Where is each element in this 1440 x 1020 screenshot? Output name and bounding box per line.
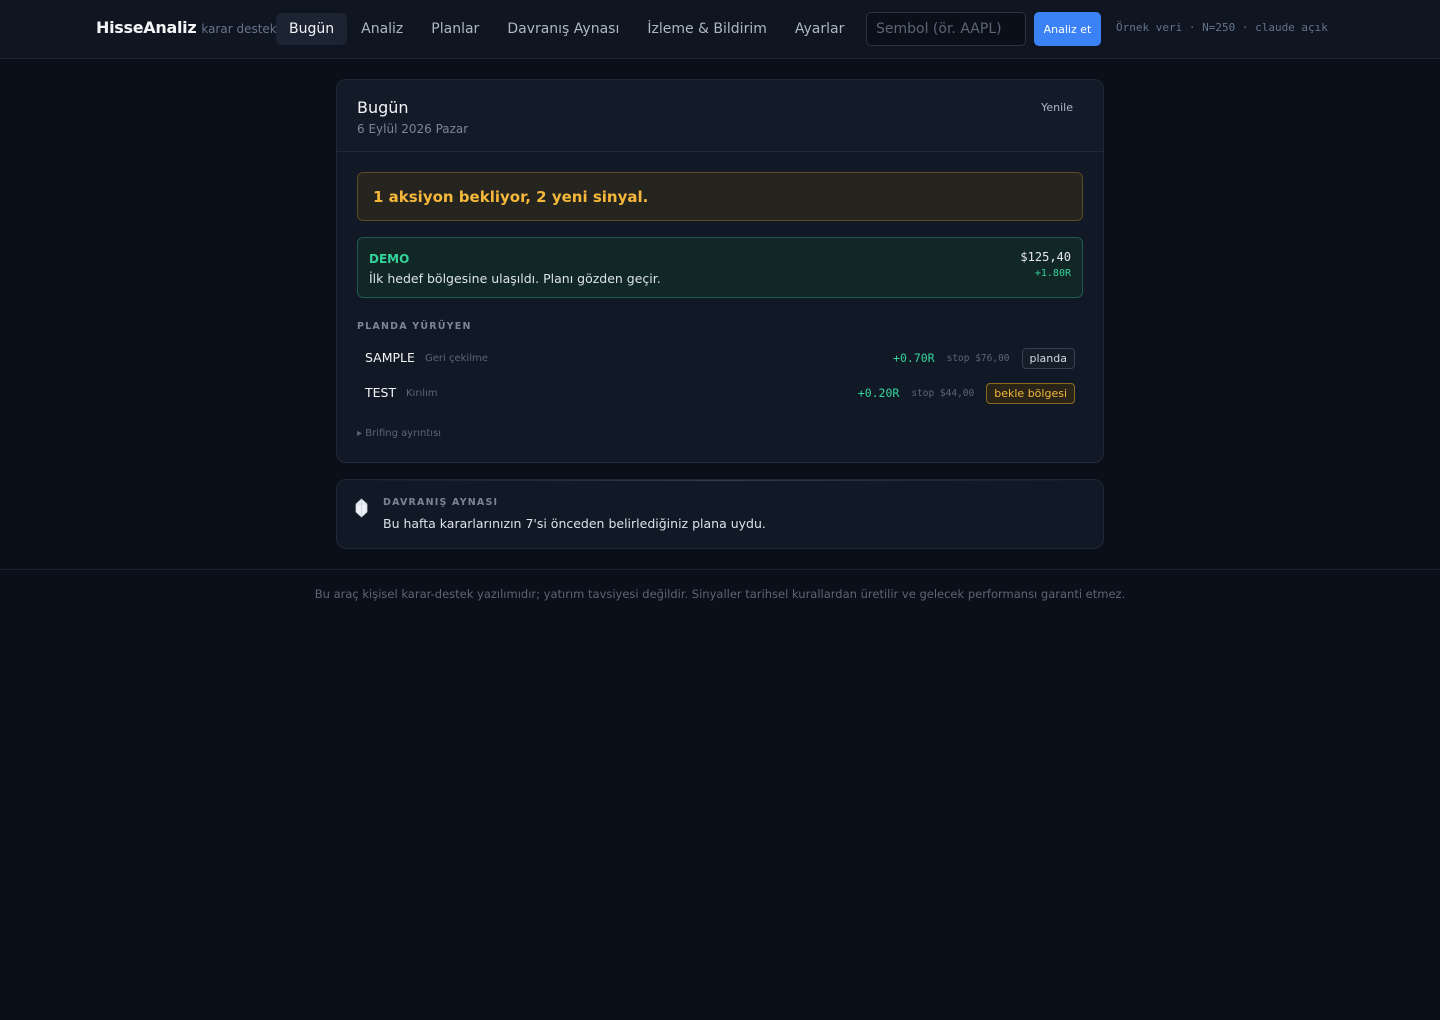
briefing-details-toggle[interactable]: ▸ Brifing ayrıntısı xyxy=(357,428,441,439)
plan-metrics: +0.70R stop $76,00 planda xyxy=(893,347,1075,369)
today-date: 6 Eylül 2026 Pazar xyxy=(357,122,469,136)
plan-r-multiple: +0.20R xyxy=(857,386,900,400)
plan-row[interactable]: SAMPLE Geri çekilme +0.70R stop $76,00 p… xyxy=(357,343,1083,373)
status-badge: bekle bölgesi xyxy=(986,382,1075,404)
top-bar: HisseAnaliz karar destek Bugün Analiz Pl… xyxy=(0,0,1440,59)
action-alert-text: 1 aksiyon bekliyor, 2 yeni sinyal. xyxy=(373,188,649,206)
footer-divider xyxy=(0,569,1440,570)
page-title: Bugün xyxy=(357,98,409,117)
plan-setup-type: Geri çekilme xyxy=(425,353,488,364)
refresh-button[interactable]: Yenile xyxy=(1041,101,1073,114)
brand-tagline: karar destek xyxy=(201,22,277,36)
plan-setup-type: Kırılım xyxy=(406,388,438,399)
brand-name: HisseAnaliz xyxy=(96,18,197,37)
today-card: Bugün 6 Eylül 2026 Pazar Yenile 1 aksiyo… xyxy=(336,79,1104,463)
behavior-mirror-card: DAVRANIŞ AYNASI Bu hafta kararlarınızın … xyxy=(336,479,1104,549)
today-card-header: Bugün 6 Eylül 2026 Pazar Yenile xyxy=(337,80,1103,152)
symbol-search-input[interactable] xyxy=(866,12,1026,46)
plan-symbol: TEST xyxy=(365,385,397,400)
nav-item-planlar[interactable]: Planlar xyxy=(417,13,493,45)
status-badge: planda xyxy=(1021,347,1075,369)
plan-symbol: SAMPLE xyxy=(365,350,415,365)
plan-stop: stop $44,00 xyxy=(911,387,975,399)
nav-item-izleme-bildirim[interactable]: İzleme & Bildirim xyxy=(633,13,781,45)
gem-icon xyxy=(355,498,368,518)
behavior-mirror-text: Bu hafta kararlarınızın 7'si önceden bel… xyxy=(383,516,766,531)
section-label-active-plans: PLANDA YÜRÜYEN xyxy=(357,321,472,332)
brand[interactable]: HisseAnaliz karar destek xyxy=(96,18,277,37)
main-nav: Bugün Analiz Planlar Davranış Aynası İzl… xyxy=(276,13,858,45)
disclaimer: Bu araç kişisel karar-destek yazılımıdır… xyxy=(314,587,1126,601)
nav-item-davranis-aynasi[interactable]: Davranış Aynası xyxy=(493,13,633,45)
signal-card[interactable]: DEMO İlk hedef bölgesine ulaşıldı. Planı… xyxy=(357,237,1083,298)
plan-r-multiple: +0.70R xyxy=(893,351,935,365)
nav-item-analiz[interactable]: Analiz xyxy=(347,13,417,45)
analyze-button[interactable]: Analiz et xyxy=(1034,12,1101,46)
plan-metrics: +0.20R stop $44,00 bekle bölgesi xyxy=(858,382,1075,404)
nav-item-ayarlar[interactable]: Ayarlar xyxy=(781,13,858,45)
signal-r-multiple: +1.80R xyxy=(1034,268,1071,279)
signal-price: $125,40 xyxy=(1020,250,1071,264)
plan-stop: stop $76,00 xyxy=(946,352,1010,364)
signal-symbol: DEMO xyxy=(369,252,410,266)
plan-row[interactable]: TEST Kırılım +0.20R stop $44,00 bekle bö… xyxy=(357,378,1083,408)
status-indicator: Örnek veri · N=250 · claude açık xyxy=(1116,21,1328,34)
behavior-mirror-label: DAVRANIŞ AYNASI xyxy=(383,497,499,508)
signal-message: İlk hedef bölgesine ulaşıldı. Planı gözd… xyxy=(369,271,661,286)
action-alert: 1 aksiyon bekliyor, 2 yeni sinyal. xyxy=(357,172,1083,221)
nav-item-bugun[interactable]: Bugün xyxy=(276,13,348,45)
